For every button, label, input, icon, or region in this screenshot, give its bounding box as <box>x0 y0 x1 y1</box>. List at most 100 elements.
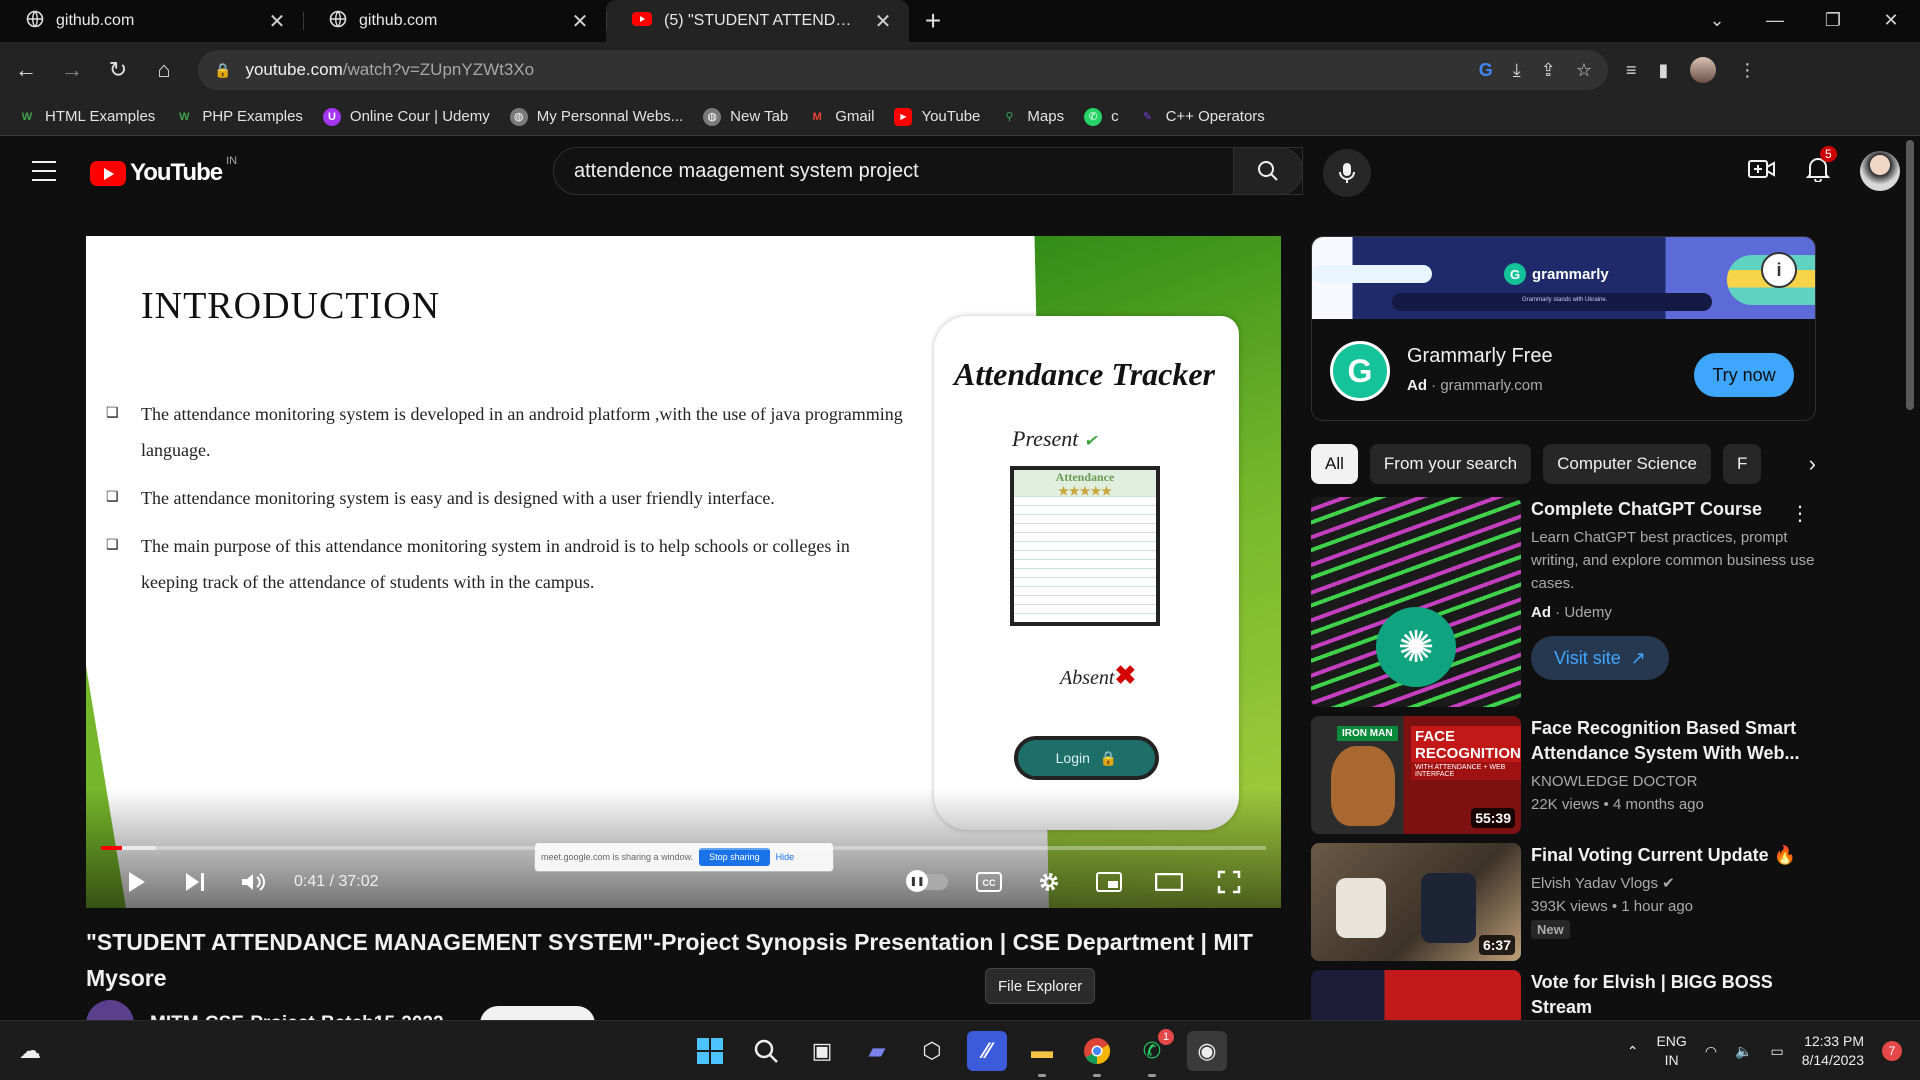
create-video-icon[interactable] <box>1748 158 1776 185</box>
search-button[interactable] <box>1233 147 1303 195</box>
profile-avatar[interactable] <box>1690 57 1717 83</box>
rec-title[interactable]: Vote for Elvish | BIGG BOSS Stream <box>1531 970 1816 1020</box>
hamburger-menu-icon[interactable] <box>32 161 56 188</box>
rec-channel[interactable]: Elvish Yadav Vlogs ✔ <box>1531 872 1816 895</box>
video-thumbnail[interactable]: IRON MAN FACE RECOGNITION WITH ATTENDANC… <box>1311 716 1521 834</box>
recommendation-item[interactable]: IRON MAN FACE RECOGNITION WITH ATTENDANC… <box>1311 716 1816 834</box>
whatsapp-icon[interactable]: ✆ 1 <box>1132 1029 1174 1077</box>
address-bar[interactable]: 🔒 youtube.com/watch?v=ZUpnYZWt3Xo G ⤓ ⇪ … <box>198 50 1608 90</box>
video-thumbnail[interactable]: ✺ <box>1311 497 1521 707</box>
fullscreen-button[interactable] <box>1199 870 1259 894</box>
recommendation-item[interactable]: Vote for Elvish | BIGG BOSS Stream <box>1311 970 1816 1020</box>
bookmark-udemy[interactable]: U Online Cour | Udemy <box>322 107 490 126</box>
close-icon[interactable]: ✕ <box>570 9 590 34</box>
recommendation-item[interactable]: 6:37 Final Voting Current Update 🔥 Elvis… <box>1311 843 1816 961</box>
file-explorer-icon[interactable]: ▬ <box>1022 1031 1062 1077</box>
notification-badge[interactable]: 7 <box>1882 1041 1902 1061</box>
rec-channel[interactable]: KNOWLEDGE DOCTOR <box>1531 770 1816 793</box>
youtube-logo[interactable]: YouTube IN <box>90 155 237 187</box>
ad-title[interactable]: Grammarly Free <box>1407 345 1553 368</box>
ad-info-icon[interactable]: i <box>1761 252 1797 288</box>
page-scrollbar[interactable] <box>1906 140 1914 410</box>
clock[interactable]: 12:33 PM 8/14/2023 <box>1802 1032 1864 1070</box>
chevron-up-icon[interactable]: ⌃ <box>1627 1043 1639 1060</box>
chip-computer-science[interactable]: Computer Science <box>1543 444 1711 484</box>
rec-title[interactable]: Face Recognition Based Smart Attendance … <box>1531 716 1816 766</box>
autoplay-toggle[interactable] <box>899 870 959 892</box>
voice-search-button[interactable] <box>1323 149 1371 197</box>
volume-icon[interactable]: 🔈 <box>1735 1043 1752 1060</box>
share-icon[interactable]: ⇪ <box>1541 60 1556 81</box>
teams-chat-icon[interactable]: ▰ <box>857 1031 897 1071</box>
visit-site-button[interactable]: Visit site ↗ <box>1531 636 1669 680</box>
bookmark-gmail[interactable]: M Gmail <box>808 108 875 126</box>
forward-icon[interactable]: → <box>52 50 92 90</box>
rec-title[interactable]: Complete ChatGPT Course <box>1531 497 1816 522</box>
new-tab-button[interactable]: + <box>909 0 957 42</box>
next-button[interactable] <box>166 871 224 893</box>
browser-tab-1[interactable]: github.com ✕ <box>0 0 303 42</box>
search-input[interactable]: attendence maagement system project ✕ <box>553 147 1303 195</box>
bookmark-cpp-operators[interactable]: ✎ C++ Operators <box>1139 108 1265 126</box>
video-thumbnail[interactable]: 6:37 <box>1311 843 1521 961</box>
chip-all[interactable]: All <box>1311 444 1358 484</box>
more-actions-icon[interactable]: ⋮ <box>1790 501 1810 526</box>
subtitles-button[interactable]: CC <box>959 872 1019 892</box>
ad-banner[interactable]: Ggrammarly Grammarly stands with Ukraine… <box>1312 237 1815 319</box>
bookmark-maps[interactable]: ⚲ Maps <box>1000 108 1064 126</box>
account-avatar[interactable] <box>1860 151 1900 191</box>
notifications-button[interactable]: 5 <box>1805 145 1837 187</box>
chip-from-your-search[interactable]: From your search <box>1369 444 1532 484</box>
side-panel-icon[interactable]: ▮ <box>1659 60 1669 81</box>
back-icon[interactable]: ← <box>6 50 46 90</box>
bookmark-whatsapp[interactable]: ✆ c <box>1084 107 1119 126</box>
search-icon[interactable] <box>746 1031 786 1071</box>
language-indicator[interactable]: ENG IN <box>1656 1032 1686 1070</box>
close-icon[interactable]: ✕ <box>267 9 287 34</box>
chrome-icon[interactable] <box>1077 1031 1117 1077</box>
bookmark-youtube[interactable]: ▶ YouTube <box>894 107 980 126</box>
install-icon[interactable]: ⤓ <box>1513 60 1521 81</box>
rec-title[interactable]: Final Voting Current Update 🔥 <box>1531 843 1816 868</box>
reload-icon[interactable]: ↻ <box>98 50 138 90</box>
screen-recorder-icon[interactable]: ◉ <box>1187 1031 1227 1071</box>
windows-start-icon[interactable] <box>690 1031 730 1071</box>
theater-mode-button[interactable] <box>1139 873 1199 891</box>
browser-tab-active[interactable]: (5) "STUDENT ATTENDANCE MANAGEMENT SYSTE… <box>606 0 909 42</box>
vscode-icon[interactable]: ⁄⁄ <box>967 1031 1007 1071</box>
battery-icon[interactable]: ▭ <box>1770 1043 1783 1060</box>
try-now-button[interactable]: Try now <box>1694 353 1794 397</box>
reading-list-icon[interactable]: ≡ <box>1626 60 1637 81</box>
google-icon[interactable]: G <box>1479 60 1493 81</box>
restore-icon[interactable]: ❐ <box>1804 0 1862 40</box>
progress-bar[interactable] <box>101 846 1266 850</box>
settings-button[interactable] <box>1019 870 1079 894</box>
play-button[interactable] <box>108 870 166 894</box>
video-thumbnail[interactable] <box>1311 970 1521 1020</box>
chevron-right-icon[interactable]: › <box>1761 444 1816 484</box>
bookmark-php-examples[interactable]: W PHP Examples <box>175 108 303 126</box>
browser-tab-2[interactable]: github.com ✕ <box>303 0 606 42</box>
volume-button[interactable] <box>224 871 282 893</box>
window-close-icon[interactable]: ✕ <box>1862 0 1920 40</box>
wifi-icon[interactable]: ◠ <box>1705 1043 1717 1060</box>
ad-card[interactable]: Ggrammarly Grammarly stands with Ukraine… <box>1311 236 1816 421</box>
w3-icon: W <box>21 110 33 123</box>
minimize-icon[interactable]: — <box>1746 0 1804 40</box>
video-player[interactable]: INTRODUCTION The attendance monitoring s… <box>86 236 1281 908</box>
tab-search-icon[interactable]: ⌄ <box>1688 0 1746 40</box>
home-icon[interactable]: ⌂ <box>144 50 184 90</box>
lock-icon[interactable]: 🔒 <box>214 62 231 79</box>
bookmark-star-icon[interactable]: ☆ <box>1576 60 1592 81</box>
recommendation-ad[interactable]: ✺ Complete ChatGPT Course Learn ChatGPT … <box>1311 497 1816 707</box>
more-menu-icon[interactable]: ⋮ <box>1738 60 1756 81</box>
chip-partial[interactable]: F <box>1722 444 1762 484</box>
close-icon[interactable]: ✕ <box>873 9 893 34</box>
bookmark-new-tab[interactable]: ◍ New Tab <box>703 107 788 126</box>
bookmark-html-examples[interactable]: W HTML Examples <box>18 108 156 126</box>
miniplayer-button[interactable] <box>1079 872 1139 892</box>
bookmark-personal-website[interactable]: ◍ My Personnal Webs... <box>509 107 683 126</box>
weather-icon[interactable]: ☁ <box>10 1031 50 1071</box>
task-view-icon[interactable]: ▣ <box>802 1031 842 1071</box>
widgets-icon[interactable]: ⬡ <box>912 1031 952 1071</box>
